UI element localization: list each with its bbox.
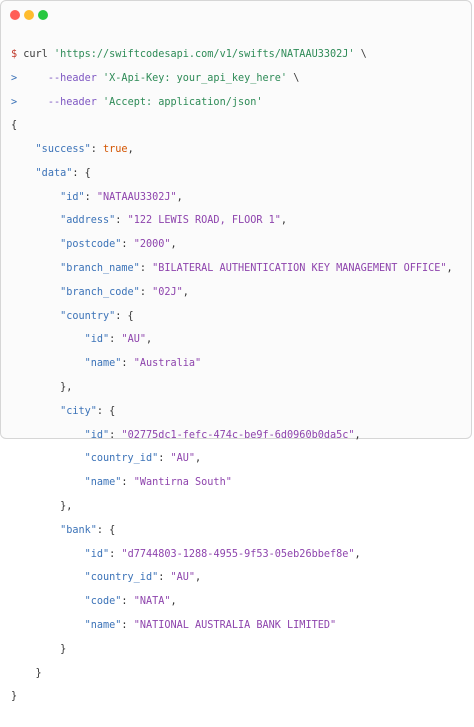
command-line-1: $ curl 'https://swiftcodesapi.com/v1/swi… (11, 49, 465, 61)
json-country-id: "id": "AU", (84, 334, 153, 346)
json-city: "city": { (60, 405, 116, 417)
continuation-prompt: > (11, 96, 18, 108)
curl-program: curl (23, 48, 48, 60)
json-bank: "bank": { (60, 524, 116, 536)
continuation-prompt: > (11, 72, 18, 84)
json-data-close: } (35, 667, 42, 679)
json-close: } (11, 691, 18, 703)
header-flag: --header (47, 72, 97, 84)
accept-header: 'Accept: application/json' (103, 96, 263, 108)
json-data: "data": { (35, 167, 91, 179)
line-continuation: \ (360, 48, 367, 60)
zoom-button[interactable] (38, 10, 48, 20)
json-city-country-id: "country_id": "AU", (84, 453, 202, 465)
request-url: 'https://swiftcodesapi.com/v1/swifts/NAT… (53, 48, 355, 60)
line-continuation: \ (293, 72, 300, 84)
json-country-close: }, (60, 382, 73, 394)
json-bank-id: "id": "d7744803-1288-4955-9f53-05eb26bbe… (84, 548, 361, 560)
json-postcode: "postcode": "2000", (60, 239, 177, 251)
minimize-button[interactable] (24, 10, 34, 20)
json-id: "id": "NATAAU3302J", (60, 191, 183, 203)
json-city-name: "name": "Wantirna South" (84, 477, 232, 489)
json-success: "success": true, (35, 144, 134, 156)
json-country-name: "name": "Australia" (84, 358, 202, 370)
title-bar (1, 1, 471, 29)
json-branch-name: "branch_name": "BILATERAL AUTHENTICATION… (60, 263, 453, 275)
json-city-id: "id": "02775dc1-fefc-474c-be9f-6d0960b0d… (84, 429, 361, 441)
json-branch-code: "branch_code": "02J", (60, 286, 189, 298)
terminal-window: $ curl 'https://swiftcodesapi.com/v1/swi… (0, 0, 472, 702)
shell-prompt: $ (11, 48, 18, 60)
json-city-close: }, (60, 501, 73, 513)
json-address: "address": "122 LEWIS ROAD, FLOOR 1", (60, 215, 288, 227)
command-line-3: > --header 'Accept: application/json' (11, 97, 465, 109)
json-bank-country-id: "country_id": "AU", (84, 572, 202, 584)
close-button[interactable] (10, 10, 20, 20)
json-bank-close: } (60, 643, 67, 655)
command-line-2: > --header 'X-Api-Key: your_api_key_here… (11, 73, 465, 85)
json-country: "country": { (60, 310, 134, 322)
api-key-header: 'X-Api-Key: your_api_key_here' (103, 72, 288, 84)
json-bank-code: "code": "NATA", (84, 596, 177, 608)
json-bank-name: "name": "NATIONAL AUSTRALIA BANK LIMITED… (84, 620, 337, 632)
json-open: { (11, 120, 18, 132)
header-flag: --header (47, 96, 97, 108)
code-block: $ curl 'https://swiftcodesapi.com/v1/swi… (11, 37, 465, 727)
